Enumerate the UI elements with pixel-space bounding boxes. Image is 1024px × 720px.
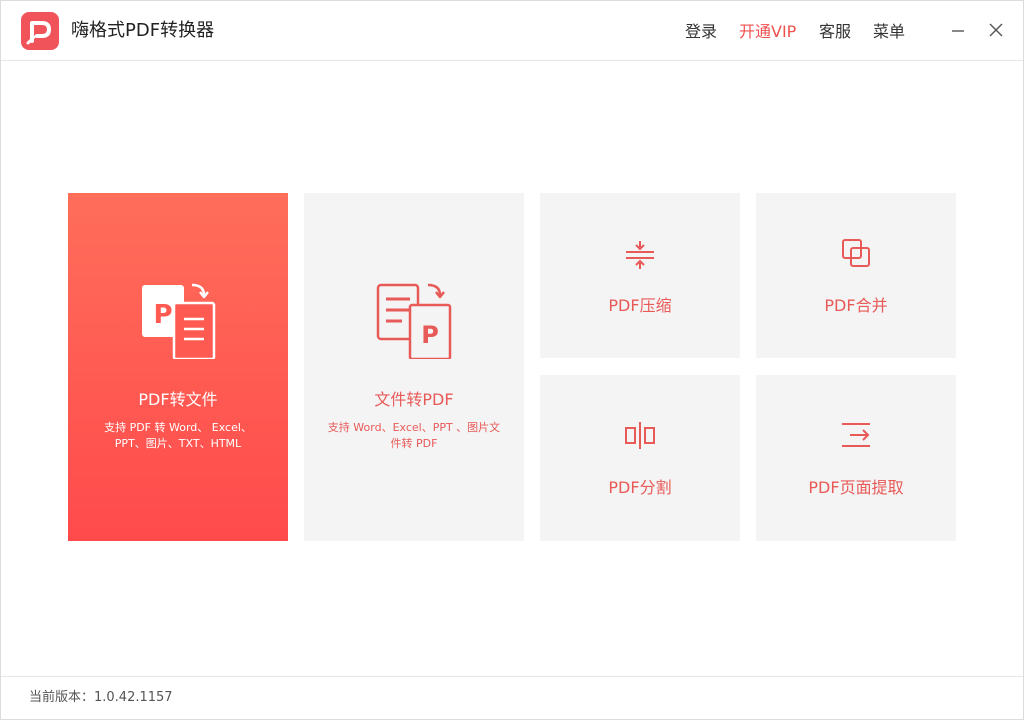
open-vip-link[interactable]: 开通VIP xyxy=(739,21,796,43)
file-to-pdf-desc-line2: 件转 PDF xyxy=(390,437,438,450)
split-icon xyxy=(624,419,656,455)
pdf-split-title: PDF分割 xyxy=(608,478,672,497)
svg-text:P: P xyxy=(421,321,439,349)
pdf-extract-card[interactable]: PDF页面提取 xyxy=(756,375,956,541)
extract-icon xyxy=(840,419,872,455)
pdf-logo-icon xyxy=(21,12,59,50)
minimize-button[interactable] xyxy=(943,15,973,45)
svg-text:P: P xyxy=(153,300,172,330)
file-to-pdf-title: 文件转PDF xyxy=(374,390,454,409)
close-button[interactable] xyxy=(981,15,1011,45)
menu-link[interactable]: 菜单 xyxy=(873,21,905,43)
pdf-to-file-title: PDF转文件 xyxy=(138,390,218,409)
pdf-extract-title: PDF页面提取 xyxy=(808,478,904,497)
version-label: 当前版本：1.0.42.1157 xyxy=(29,690,173,705)
pdf-merge-title: PDF合并 xyxy=(824,296,888,315)
file-to-pdf-icon: P xyxy=(374,279,454,363)
pdf-to-file-desc-line2: PPT、图片、TXT、HTML xyxy=(114,437,242,450)
app-title: 嗨格式PDF转换器 xyxy=(71,20,215,41)
compress-icon xyxy=(624,239,656,275)
status-bar: 当前版本：1.0.42.1157 xyxy=(1,676,1023,719)
file-to-pdf-card[interactable]: P 文件转PDF 支持 Word、Excel、PPT 、图片文 件转 PDF xyxy=(304,193,524,541)
close-icon xyxy=(989,23,1003,37)
pdf-to-file-desc-line1: 支持 PDF 转 Word、 Excel、 xyxy=(104,421,252,434)
file-to-pdf-desc-line1: 支持 Word、Excel、PPT 、图片文 xyxy=(327,421,501,434)
app-window: 嗨格式PDF转换器 登录 开通VIP 客服 菜单 P PDF转文件 支持 PDF… xyxy=(0,0,1024,720)
minimize-icon xyxy=(952,30,964,32)
pdf-to-file-card[interactable]: P PDF转文件 支持 PDF 转 Word、 Excel、 PPT、图片、TX… xyxy=(68,193,288,541)
pdf-split-card[interactable]: PDF分割 xyxy=(540,375,740,541)
pdf-compress-title: PDF压缩 xyxy=(608,296,672,315)
customer-service-link[interactable]: 客服 xyxy=(819,21,851,43)
login-link[interactable]: 登录 xyxy=(685,21,717,43)
title-bar: 嗨格式PDF转换器 登录 开通VIP 客服 菜单 xyxy=(1,1,1023,61)
pdf-compress-card[interactable]: PDF压缩 xyxy=(540,193,740,358)
pdf-to-file-icon: P xyxy=(138,279,218,363)
merge-icon xyxy=(840,237,872,273)
pdf-merge-card[interactable]: PDF合并 xyxy=(756,193,956,358)
